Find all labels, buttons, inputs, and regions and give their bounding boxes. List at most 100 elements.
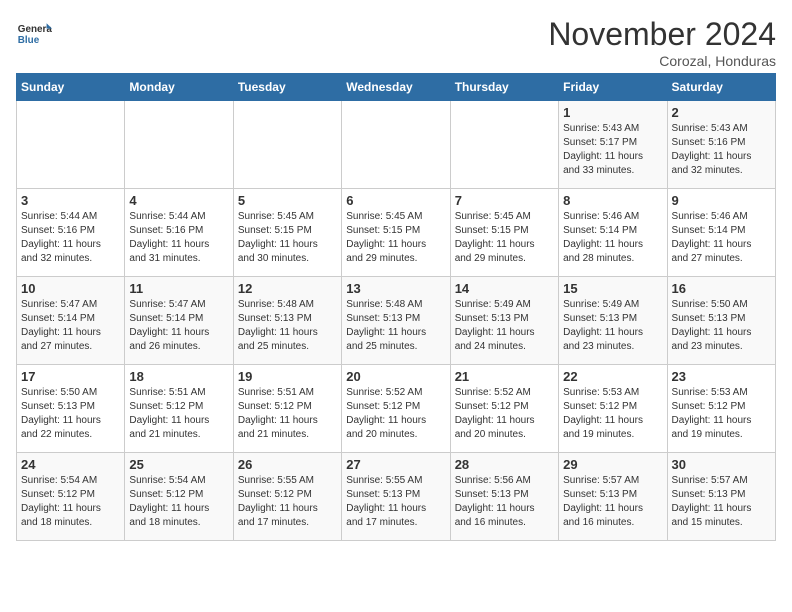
- day-number: 14: [455, 281, 554, 296]
- day-info: Sunrise: 5:49 AM Sunset: 5:13 PM Dayligh…: [563, 298, 662, 354]
- day-info: Sunrise: 5:51 AM Sunset: 5:12 PM Dayligh…: [238, 386, 337, 442]
- day-info: Sunrise: 5:43 AM Sunset: 5:17 PM Dayligh…: [563, 122, 662, 178]
- day-info: Sunrise: 5:53 AM Sunset: 5:12 PM Dayligh…: [563, 386, 662, 442]
- day-cell: 16 Sunrise: 5:50 AM Sunset: 5:13 PM Dayli…: [667, 277, 775, 365]
- logo: General Blue: [16, 16, 52, 52]
- day-info: Sunrise: 5:51 AM Sunset: 5:12 PM Dayligh…: [129, 386, 228, 442]
- day-info: Sunrise: 5:55 AM Sunset: 5:12 PM Dayligh…: [238, 474, 337, 530]
- day-number: 7: [455, 193, 554, 208]
- day-cell: [342, 101, 450, 189]
- month-title: November 2024: [548, 16, 776, 53]
- header-wednesday: Wednesday: [342, 74, 450, 101]
- day-info: Sunrise: 5:45 AM Sunset: 5:15 PM Dayligh…: [346, 210, 445, 266]
- day-info: Sunrise: 5:52 AM Sunset: 5:12 PM Dayligh…: [455, 386, 554, 442]
- day-info: Sunrise: 5:45 AM Sunset: 5:15 PM Dayligh…: [238, 210, 337, 266]
- day-cell: 9 Sunrise: 5:46 AM Sunset: 5:14 PM Daylig…: [667, 189, 775, 277]
- day-info: Sunrise: 5:44 AM Sunset: 5:16 PM Dayligh…: [129, 210, 228, 266]
- day-cell: 27 Sunrise: 5:55 AM Sunset: 5:13 PM Dayli…: [342, 453, 450, 541]
- location: Corozal, Honduras: [548, 53, 776, 69]
- week-row-4: 24Sunrise: 5:54 AM Sunset: 5:12 PM Dayli…: [17, 453, 776, 541]
- day-cell: 2Sunrise: 5:43 AM Sunset: 5:16 PM Daylig…: [667, 101, 775, 189]
- calendar-header-row: SundayMondayTuesdayWednesdayThursdayFrid…: [17, 74, 776, 101]
- day-info: Sunrise: 5:46 AM Sunset: 5:14 PM Dayligh…: [672, 210, 771, 266]
- day-cell: [233, 101, 341, 189]
- day-info: Sunrise: 5:57 AM Sunset: 5:13 PM Dayligh…: [672, 474, 771, 530]
- calendar-table: SundayMondayTuesdayWednesdayThursdayFrid…: [16, 73, 776, 541]
- day-number: 10: [21, 281, 120, 296]
- day-cell: 13 Sunrise: 5:48 AM Sunset: 5:13 PM Dayli…: [342, 277, 450, 365]
- day-cell: 26 Sunrise: 5:55 AM Sunset: 5:12 PM Dayli…: [233, 453, 341, 541]
- day-number: 16: [672, 281, 771, 296]
- day-cell: 1Sunrise: 5:43 AM Sunset: 5:17 PM Daylig…: [559, 101, 667, 189]
- day-info: Sunrise: 5:45 AM Sunset: 5:15 PM Dayligh…: [455, 210, 554, 266]
- day-cell: 29 Sunrise: 5:57 AM Sunset: 5:13 PM Dayli…: [559, 453, 667, 541]
- page-header: General Blue November 2024 Corozal, Hond…: [16, 16, 776, 69]
- day-number: 25: [129, 457, 228, 472]
- day-cell: 30 Sunrise: 5:57 AM Sunset: 5:13 PM Dayli…: [667, 453, 775, 541]
- week-row-3: 17 Sunrise: 5:50 AM Sunset: 5:13 PM Dayli…: [17, 365, 776, 453]
- day-info: Sunrise: 5:54 AM Sunset: 5:12 PM Dayligh…: [21, 474, 120, 530]
- svg-text:Blue: Blue: [18, 35, 40, 46]
- day-number: 3: [21, 193, 120, 208]
- day-cell: 6Sunrise: 5:45 AM Sunset: 5:15 PM Daylig…: [342, 189, 450, 277]
- day-number: 30: [672, 457, 771, 472]
- day-cell: 8Sunrise: 5:46 AM Sunset: 5:14 PM Daylig…: [559, 189, 667, 277]
- day-info: Sunrise: 5:43 AM Sunset: 5:16 PM Dayligh…: [672, 122, 771, 178]
- day-cell: 19 Sunrise: 5:51 AM Sunset: 5:12 PM Dayli…: [233, 365, 341, 453]
- day-cell: 23 Sunrise: 5:53 AM Sunset: 5:12 PM Dayli…: [667, 365, 775, 453]
- day-cell: [17, 101, 125, 189]
- day-info: Sunrise: 5:50 AM Sunset: 5:13 PM Dayligh…: [21, 386, 120, 442]
- day-info: Sunrise: 5:53 AM Sunset: 5:12 PM Dayligh…: [672, 386, 771, 442]
- logo-icon: General Blue: [16, 16, 52, 52]
- day-number: 22: [563, 369, 662, 384]
- day-cell: 21 Sunrise: 5:52 AM Sunset: 5:12 PM Dayli…: [450, 365, 558, 453]
- day-cell: 20Sunrise: 5:52 AM Sunset: 5:12 PM Dayli…: [342, 365, 450, 453]
- title-block: November 2024 Corozal, Honduras: [548, 16, 776, 69]
- day-cell: 10 Sunrise: 5:47 AM Sunset: 5:14 PM Dayli…: [17, 277, 125, 365]
- day-info: Sunrise: 5:47 AM Sunset: 5:14 PM Dayligh…: [129, 298, 228, 354]
- day-number: 26: [238, 457, 337, 472]
- header-monday: Monday: [125, 74, 233, 101]
- header-sunday: Sunday: [17, 74, 125, 101]
- day-info: Sunrise: 5:55 AM Sunset: 5:13 PM Dayligh…: [346, 474, 445, 530]
- day-cell: 5Sunrise: 5:45 AM Sunset: 5:15 PM Daylig…: [233, 189, 341, 277]
- day-info: Sunrise: 5:48 AM Sunset: 5:13 PM Dayligh…: [346, 298, 445, 354]
- day-number: 4: [129, 193, 228, 208]
- day-cell: 15Sunrise: 5:49 AM Sunset: 5:13 PM Dayli…: [559, 277, 667, 365]
- day-info: Sunrise: 5:52 AM Sunset: 5:12 PM Dayligh…: [346, 386, 445, 442]
- day-info: Sunrise: 5:54 AM Sunset: 5:12 PM Dayligh…: [129, 474, 228, 530]
- week-row-2: 10 Sunrise: 5:47 AM Sunset: 5:14 PM Dayli…: [17, 277, 776, 365]
- day-info: Sunrise: 5:46 AM Sunset: 5:14 PM Dayligh…: [563, 210, 662, 266]
- day-cell: 25 Sunrise: 5:54 AM Sunset: 5:12 PM Dayli…: [125, 453, 233, 541]
- day-number: 21: [455, 369, 554, 384]
- day-info: Sunrise: 5:56 AM Sunset: 5:13 PM Dayligh…: [455, 474, 554, 530]
- header-tuesday: Tuesday: [233, 74, 341, 101]
- day-number: 17: [21, 369, 120, 384]
- header-saturday: Saturday: [667, 74, 775, 101]
- day-cell: 17 Sunrise: 5:50 AM Sunset: 5:13 PM Dayli…: [17, 365, 125, 453]
- day-cell: 24Sunrise: 5:54 AM Sunset: 5:12 PM Dayli…: [17, 453, 125, 541]
- day-number: 29: [563, 457, 662, 472]
- day-info: Sunrise: 5:57 AM Sunset: 5:13 PM Dayligh…: [563, 474, 662, 530]
- day-cell: 7 Sunrise: 5:45 AM Sunset: 5:15 PM Daylig…: [450, 189, 558, 277]
- day-number: 13: [346, 281, 445, 296]
- day-number: 9: [672, 193, 771, 208]
- week-row-0: 1Sunrise: 5:43 AM Sunset: 5:17 PM Daylig…: [17, 101, 776, 189]
- day-info: Sunrise: 5:50 AM Sunset: 5:13 PM Dayligh…: [672, 298, 771, 354]
- day-number: 18: [129, 369, 228, 384]
- day-cell: 14 Sunrise: 5:49 AM Sunset: 5:13 PM Dayli…: [450, 277, 558, 365]
- day-info: Sunrise: 5:49 AM Sunset: 5:13 PM Dayligh…: [455, 298, 554, 354]
- week-row-1: 3 Sunrise: 5:44 AM Sunset: 5:16 PM Daylig…: [17, 189, 776, 277]
- day-number: 27: [346, 457, 445, 472]
- day-cell: [450, 101, 558, 189]
- header-thursday: Thursday: [450, 74, 558, 101]
- day-cell: 22 Sunrise: 5:53 AM Sunset: 5:12 PM Dayli…: [559, 365, 667, 453]
- day-number: 19: [238, 369, 337, 384]
- day-number: 23: [672, 369, 771, 384]
- day-info: Sunrise: 5:47 AM Sunset: 5:14 PM Dayligh…: [21, 298, 120, 354]
- day-cell: 18 Sunrise: 5:51 AM Sunset: 5:12 PM Dayli…: [125, 365, 233, 453]
- day-cell: [125, 101, 233, 189]
- header-friday: Friday: [559, 74, 667, 101]
- day-cell: 12Sunrise: 5:48 AM Sunset: 5:13 PM Dayli…: [233, 277, 341, 365]
- day-number: 28: [455, 457, 554, 472]
